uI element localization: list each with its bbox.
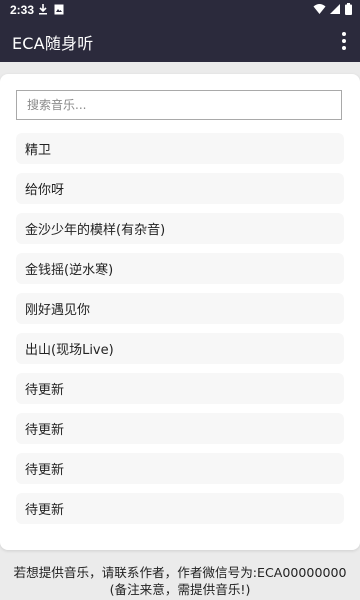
signal-icon [330, 4, 340, 14]
footer-note: 若想提供音乐，请联系作者，作者微信号为:ECA00000000 (备注来意，需提… [0, 564, 360, 598]
search-input[interactable] [16, 90, 342, 120]
song-list-item[interactable]: 给你呀 [16, 173, 344, 204]
song-list-item[interactable]: 待更新 [16, 493, 344, 524]
song-list-item[interactable]: 刚好遇见你 [16, 293, 344, 324]
song-list-item[interactable]: 出山(现场Live) [16, 333, 344, 364]
song-list-item[interactable]: 待更新 [16, 453, 344, 484]
notification-icons [38, 3, 64, 15]
song-list: 精卫给你呀金沙少年的模样(有杂音) 金钱摇(逆水寒) 刚好遇见你出山(现场Live)… [16, 133, 344, 533]
footer-line-1: 若想提供音乐，请联系作者，作者微信号为:ECA00000000 [13, 565, 347, 580]
song-list-item[interactable]: 待更新 [16, 373, 344, 404]
music-card: 精卫给你呀金沙少年的模样(有杂音) 金钱摇(逆水寒) 刚好遇见你出山(现场Live)… [0, 74, 360, 550]
footer-line-2: (备注来意，需提供音乐!) [109, 582, 251, 597]
song-list-item[interactable]: 金沙少年的模样(有杂音) [16, 213, 344, 244]
song-list-item[interactable]: 待更新 [16, 413, 344, 444]
image-icon [54, 4, 64, 14]
wifi-icon [313, 4, 326, 14]
status-bar: 2:33 [0, 0, 360, 20]
more-vert-icon[interactable] [338, 30, 350, 52]
download-icon [39, 4, 47, 15]
song-list-item[interactable]: 金钱摇(逆水寒) [16, 253, 344, 284]
system-icons [313, 3, 352, 15]
battery-icon [345, 3, 352, 15]
app-bar: ECA随身听 [0, 20, 360, 62]
app-title: ECA随身听 [12, 34, 94, 53]
status-time: 2:33 [10, 3, 35, 17]
song-list-item[interactable]: 精卫 [16, 133, 344, 164]
